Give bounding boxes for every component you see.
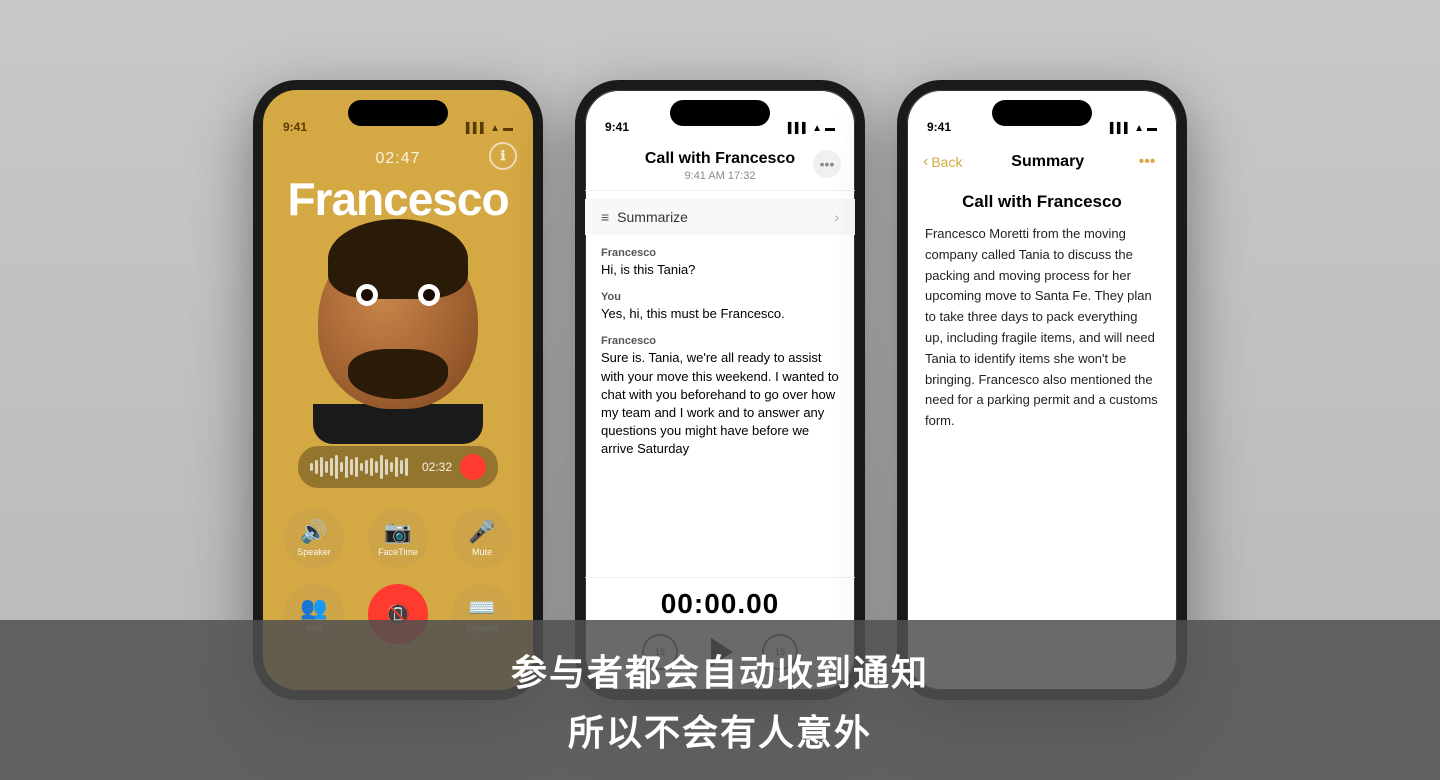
transcript-title: Call with Francesco	[605, 150, 835, 168]
caller-name: Francesco	[287, 172, 508, 226]
waveform-bar: 02:32	[298, 446, 498, 488]
message-3: Francesco Sure is. Tania, we're all read…	[601, 335, 839, 458]
more-options-button[interactable]: •••	[813, 150, 841, 178]
summary-nav-title: Summary	[1011, 153, 1084, 171]
wifi-icon: ▲	[490, 123, 500, 134]
message-2: You Yes, hi, this must be Francesco.	[601, 291, 839, 323]
keypad-icon: ⌨️	[468, 595, 495, 621]
overlay-line-1: 参与者都会自动收到通知	[511, 644, 929, 696]
summarize-row[interactable]: ≡ Summarize ›	[585, 199, 855, 235]
sender-1: Francesco	[601, 247, 839, 259]
summary-text: Francesco Moretti from the moving compan…	[925, 224, 1159, 432]
phone-summary: 9:41 ▌▌▌ ▲ ▬ ‹ Back Summary ••• Call wit…	[897, 80, 1187, 700]
mute-icon: 🎤	[468, 519, 495, 545]
memoji	[298, 234, 498, 434]
call-content: ℹ 02:47 Francesco	[263, 90, 533, 690]
sender-2: You	[601, 291, 839, 303]
status-icons-2: ▌▌▌ ▲ ▬	[788, 123, 835, 134]
summary-more-icon: •••	[1139, 153, 1156, 171]
facetime-button[interactable]: 📷 FaceTime	[368, 508, 428, 568]
playback-timer: 00:00.00	[661, 588, 780, 620]
transcript-subtitle: 9:41 AM 17:32	[605, 170, 835, 182]
record-button[interactable]	[460, 454, 486, 480]
mute-label: Mute	[472, 547, 492, 557]
add-icon: 👥	[300, 595, 327, 621]
status-icons-1: ▌▌▌ ▲ ▬	[466, 123, 513, 134]
signal-icon-3: ▌▌▌	[1110, 123, 1131, 134]
battery-icon: ▬	[503, 123, 513, 134]
summarize-chevron-icon: ›	[834, 209, 839, 225]
call-control-buttons: 🔊 Speaker 📷 FaceTime 🎤 Mute	[284, 508, 512, 568]
signal-icon: ▌▌▌	[466, 123, 487, 134]
dynamic-island-3	[992, 100, 1092, 126]
facetime-icon: 📷	[384, 519, 411, 545]
status-time-2: 9:41	[605, 120, 629, 134]
battery-icon-2: ▬	[825, 123, 835, 134]
summary-call-title: Call with Francesco	[925, 192, 1159, 212]
memoji-shirt	[313, 404, 483, 444]
message-text-3: Sure is. Tania, we're all ready to assis…	[601, 349, 839, 458]
back-label: Back	[931, 154, 962, 170]
info-button[interactable]: ℹ	[489, 142, 517, 170]
summarize-text: Summarize	[617, 209, 688, 225]
message-text-1: Hi, is this Tania?	[601, 261, 839, 279]
waveform-visual	[310, 455, 414, 479]
transcript-content: Call with Francesco 9:41 AM 17:32 ••• ≡ …	[585, 138, 855, 690]
sender-3: Francesco	[601, 335, 839, 347]
bottom-overlay: 参与者都会自动收到通知 所以不会有人意外	[0, 620, 1440, 780]
wifi-icon-3: ▲	[1134, 123, 1144, 134]
memoji-head	[318, 234, 478, 409]
signal-icon-2: ▌▌▌	[788, 123, 809, 134]
status-time-3: 9:41	[927, 120, 951, 134]
memoji-eye-left	[356, 284, 378, 306]
memoji-face	[338, 264, 458, 409]
memoji-eye-right	[418, 284, 440, 306]
battery-icon-3: ▬	[1147, 123, 1157, 134]
speaker-label: Speaker	[297, 547, 331, 557]
call-timer: 02:47	[375, 150, 420, 168]
summarize-left: ≡ Summarize	[601, 209, 688, 225]
status-icons-3: ▌▌▌ ▲ ▬	[1110, 123, 1157, 134]
memoji-beard	[348, 349, 448, 399]
message-text-2: Yes, hi, this must be Francesco.	[601, 305, 839, 323]
transcript-messages: Francesco Hi, is this Tania? You Yes, hi…	[585, 235, 855, 577]
speaker-button[interactable]: 🔊 Speaker	[284, 508, 344, 568]
dynamic-island	[348, 100, 448, 126]
dynamic-island-2	[670, 100, 770, 126]
wifi-icon-2: ▲	[812, 123, 822, 134]
overlay-line-2: 所以不会有人意外	[568, 704, 872, 756]
message-1: Francesco Hi, is this Tania?	[601, 247, 839, 279]
summary-body: Call with Francesco Francesco Moretti fr…	[907, 184, 1177, 690]
phone-transcript: 9:41 ▌▌▌ ▲ ▬ Call with Francesco 9:41 AM…	[575, 80, 865, 700]
summary-nav: ‹ Back Summary •••	[907, 138, 1177, 184]
status-time-1: 9:41	[283, 120, 307, 134]
summary-more-button[interactable]: •••	[1133, 148, 1161, 176]
speaker-icon: 🔊	[300, 519, 327, 545]
facetime-label: FaceTime	[378, 547, 418, 557]
summarize-icon: ≡	[601, 209, 609, 225]
summary-content: ‹ Back Summary ••• Call with Francesco F…	[907, 138, 1177, 690]
transcript-header: Call with Francesco 9:41 AM 17:32 •••	[585, 138, 855, 191]
back-chevron-icon: ‹	[923, 153, 928, 171]
mute-button[interactable]: 🎤 Mute	[452, 508, 512, 568]
waveform-time: 02:32	[422, 460, 452, 474]
phone-active-call: 9:41 ▌▌▌ ▲ ▬ ℹ 02:47 Francesco	[253, 80, 543, 700]
back-button[interactable]: ‹ Back	[923, 153, 962, 171]
